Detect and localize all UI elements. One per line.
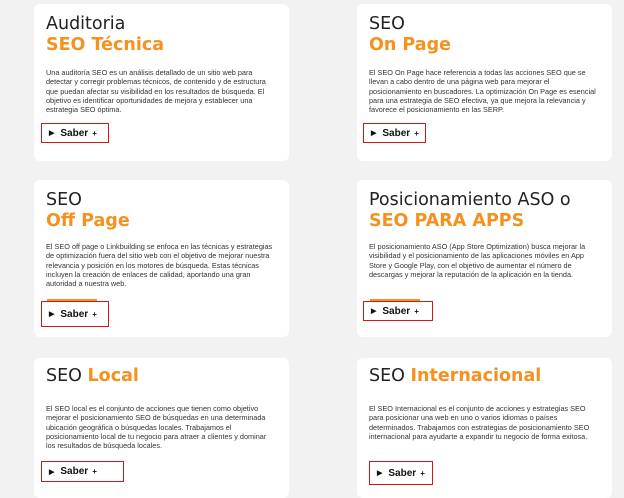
saber-button-local[interactable]: ▶ Saber + <box>41 461 124 482</box>
saber-button-auditoria[interactable]: ▶ Saber + <box>41 123 109 143</box>
plus-icon: + <box>92 309 97 319</box>
plus-icon: + <box>420 468 425 478</box>
plus-icon: + <box>414 306 419 316</box>
card-title-line1: Auditoria <box>46 14 126 34</box>
card-description: El posicionamiento ASO (App Store Optimi… <box>369 242 586 279</box>
saber-button-internacional[interactable]: ▶ Saber + <box>369 461 433 485</box>
card-title: SEO Off Page <box>46 180 277 232</box>
triangle-right-icon: ▶ <box>371 308 377 315</box>
card-description: Una auditoría SEO es un análisis detalla… <box>46 68 266 115</box>
card-title: Auditoria SEO Técnica <box>46 4 277 56</box>
saber-button-label: Saber <box>60 308 89 320</box>
triangle-right-icon: ▶ <box>377 470 383 477</box>
card-title-line2: Off Page <box>46 211 130 231</box>
saber-button-label: Saber <box>60 127 89 139</box>
card-description: El SEO off page o Linkbuilding se enfoca… <box>46 242 273 289</box>
plus-icon: + <box>414 128 419 138</box>
card-title-line1: SEO <box>369 14 405 34</box>
saber-button-off-page[interactable]: ▶ Saber + <box>41 301 109 327</box>
saber-button-label: Saber <box>388 467 417 479</box>
card-title: SEO On Page <box>369 4 600 56</box>
plus-icon: + <box>92 128 97 138</box>
plus-icon: + <box>92 467 97 476</box>
triangle-right-icon: ▶ <box>49 468 55 476</box>
card-title: SEO Internacional <box>369 358 600 387</box>
card-title-plain: SEO <box>46 366 88 386</box>
card-title-accent: Internacional <box>410 366 542 386</box>
card-title: Posicionamiento ASO o SEO PARA APPS <box>369 180 600 232</box>
card-description: El SEO On Page hace referencia a todas l… <box>369 68 596 115</box>
card-title-line1: SEO <box>46 190 82 210</box>
card-title: SEO Local <box>46 358 277 387</box>
card-description: El SEO local es el conjunto de acciones … <box>46 404 267 451</box>
saber-button-label: Saber <box>382 305 411 317</box>
card-title-plain: SEO <box>369 366 411 386</box>
card-title-line1: Posicionamiento ASO o <box>369 190 571 210</box>
card-description: El SEO Internacional es el conjunto de a… <box>369 404 590 441</box>
card-title-line2: On Page <box>369 35 451 55</box>
saber-button-on-page[interactable]: ▶ Saber + <box>363 123 426 143</box>
triangle-right-icon: ▶ <box>49 311 55 318</box>
triangle-right-icon: ▶ <box>49 130 55 137</box>
saber-button-label: Saber <box>60 466 89 477</box>
card-title-line2: SEO Técnica <box>46 35 165 55</box>
triangle-right-icon: ▶ <box>371 130 377 137</box>
saber-button-aso[interactable]: ▶ Saber + <box>363 301 433 321</box>
card-title-line2: SEO PARA APPS <box>369 211 525 231</box>
card-title-accent: Local <box>87 366 139 386</box>
saber-button-label: Saber <box>382 127 411 139</box>
